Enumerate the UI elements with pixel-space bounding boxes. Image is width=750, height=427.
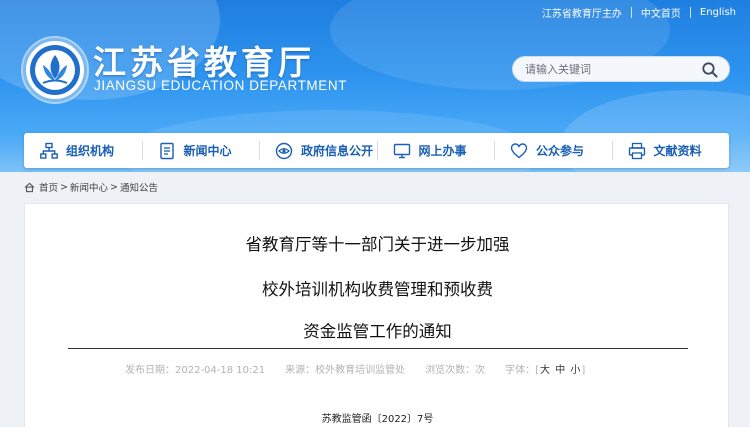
nav-label: 公众参与 — [536, 144, 585, 158]
divider — [689, 6, 691, 18]
breadcrumb-news[interactable]: 新闻中心 — [70, 180, 108, 194]
document-icon — [159, 142, 174, 159]
article-source: 来源：校外教育培训监管处 — [285, 365, 406, 376]
nav-item-gov-info[interactable]: 政府信息公开 — [259, 133, 377, 168]
site-title: 江苏省教育厅 — [93, 43, 315, 82]
article-card: 省教育厅等十一部门关于进一步加强 校外培训机构收费管理和预收费 资金监管工作的通… — [24, 203, 729, 427]
chinese-home-link[interactable]: 中文首页 — [641, 5, 681, 20]
title-divider — [68, 348, 688, 349]
top-links-bar: 江苏省教育厅主办 中文首页 English — [542, 4, 736, 20]
nav-item-organization[interactable]: 组织机构 — [24, 133, 142, 168]
nav-item-online-services[interactable]: 网上办事 — [376, 133, 495, 168]
font-size-medium[interactable]: 中 — [554, 365, 566, 376]
font-size-large[interactable]: 大 — [539, 365, 551, 376]
nav-label: 政府信息公开 — [301, 144, 374, 158]
nav-label: 文献资料 — [653, 144, 702, 158]
search-input[interactable] — [525, 62, 695, 76]
bracket: ] — [581, 365, 586, 376]
publish-date: 发布日期：2022-04-18 10:21 — [125, 365, 266, 376]
breadcrumb-home[interactable]: 首页 — [39, 180, 58, 194]
printer-icon — [628, 142, 645, 159]
font-size-control: 字体：[大 中 小] — [505, 361, 585, 376]
article-title-line: 校外培训机构收费管理和预收费 — [262, 280, 493, 299]
breadcrumb-separator: > — [60, 181, 68, 193]
nav-label: 网上办事 — [418, 144, 467, 158]
document-number: 苏教监管函〔2022〕7号 — [321, 414, 434, 425]
heart-icon — [510, 142, 528, 158]
org-chart-icon — [40, 142, 58, 159]
breadcrumb: 首页 > 新闻中心 > 通知公告 — [24, 180, 158, 194]
nav-label: 新闻中心 — [183, 144, 232, 158]
nav-item-documents[interactable]: 文献资料 — [611, 133, 730, 168]
monitor-icon — [393, 143, 410, 158]
search-icon[interactable] — [701, 61, 719, 79]
article-title-line: 省教育厅等十一部门关于进一步加强 — [245, 235, 510, 254]
font-size-label: 字体： — [505, 365, 536, 376]
font-size-small[interactable]: 小 — [569, 365, 581, 376]
nav-item-public-participation[interactable]: 公众参与 — [494, 133, 612, 168]
view-count: 浏览次数：次 — [425, 365, 486, 376]
search-box — [512, 56, 730, 82]
sponsor-text: 江苏省教育厅主办 — [541, 8, 622, 20]
breadcrumb-separator: > — [110, 181, 118, 193]
nav-label: 组织机构 — [66, 144, 115, 158]
english-link[interactable]: English — [700, 7, 736, 18]
divider — [630, 6, 632, 18]
eye-icon — [275, 142, 293, 159]
home-icon — [24, 182, 35, 192]
department-logo[interactable] — [23, 38, 87, 102]
main-navigation: 组织机构 新闻中心 政府信息公开 网上办事 公众参与 文献资料 — [24, 133, 729, 168]
logo-emblem-icon — [30, 45, 80, 95]
nav-item-news[interactable]: 新闻中心 — [141, 133, 260, 168]
site-subtitle: JIANGSU EDUCATION DEPARTMENT — [94, 78, 348, 93]
breadcrumb-notices[interactable]: 通知公告 — [120, 180, 158, 194]
article-meta: 发布日期：2022-04-18 10:21 来源：校外教育培训监管处 浏览次数：… — [125, 361, 585, 376]
article-title-line: 资金监管工作的通知 — [303, 322, 452, 341]
